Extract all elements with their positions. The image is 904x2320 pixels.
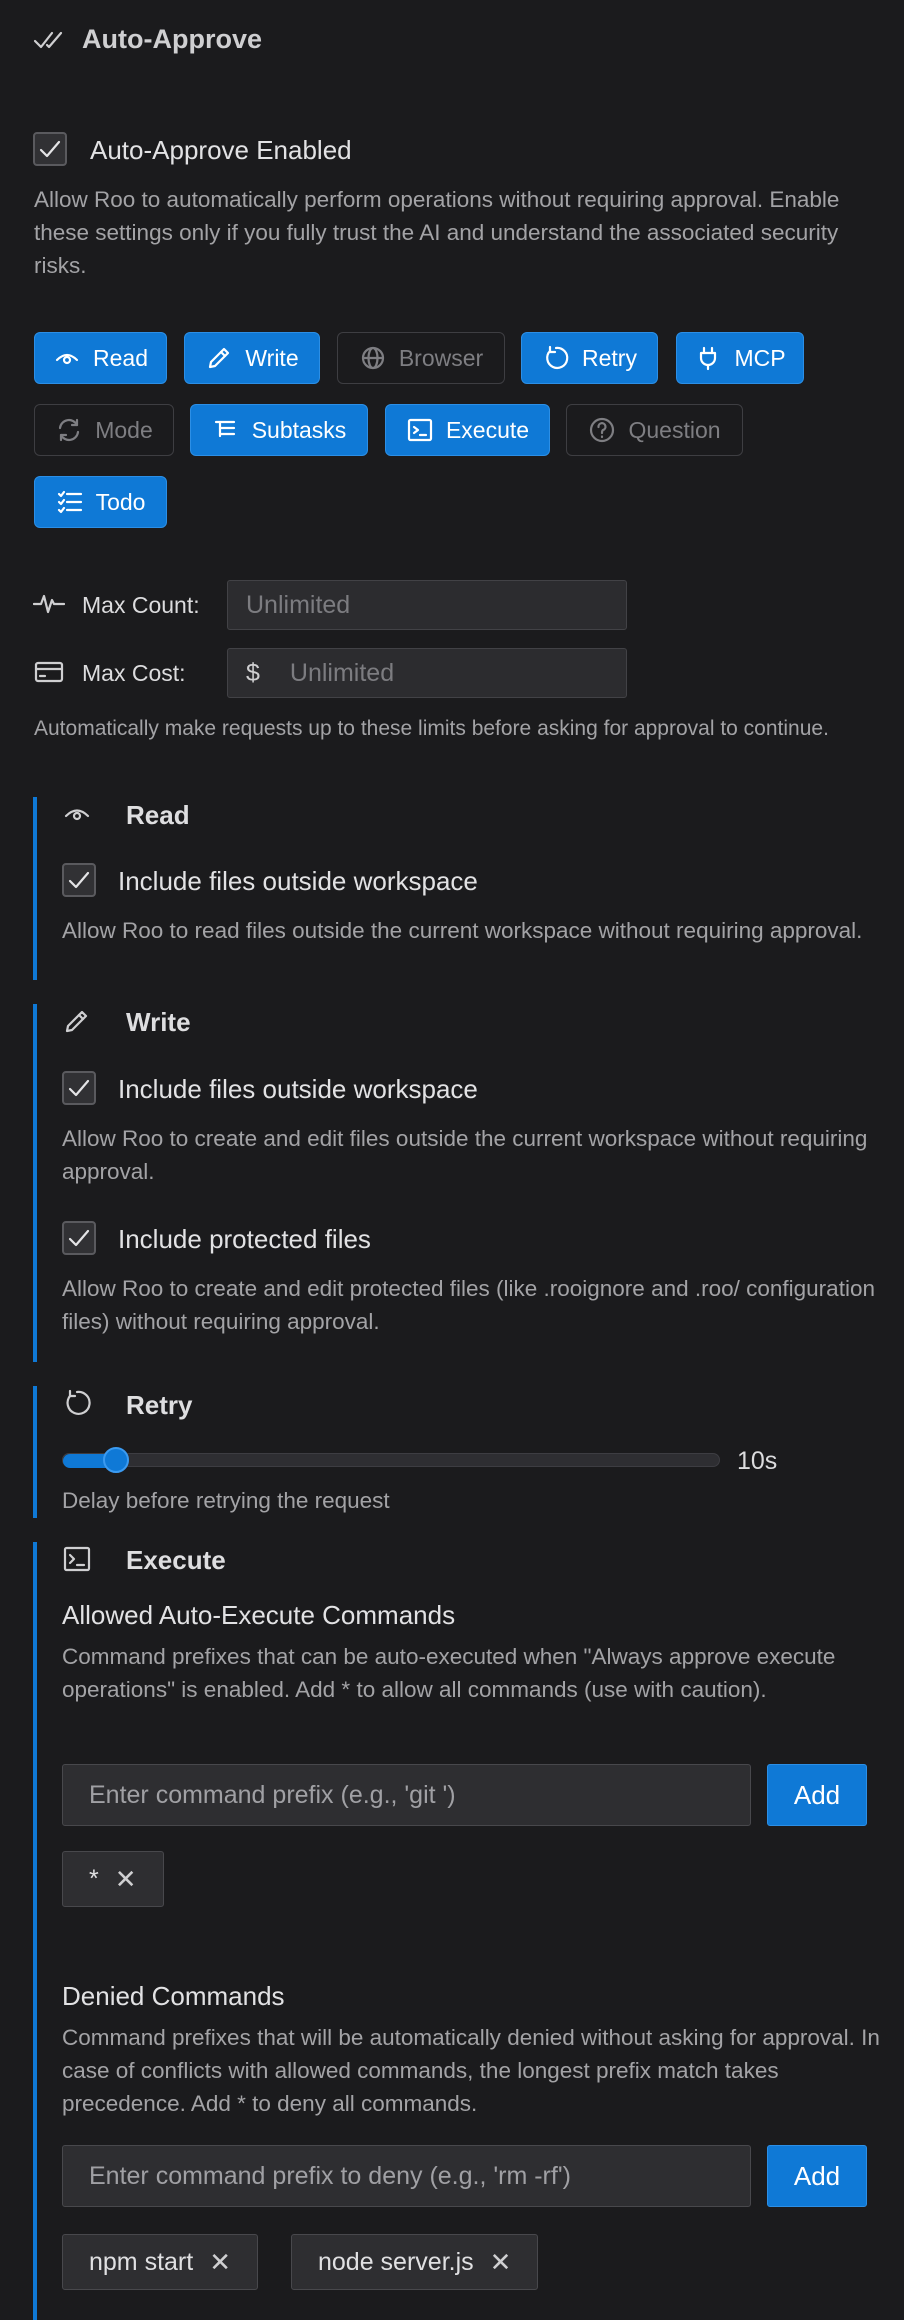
denied-command-chip[interactable]: node server.js ✕	[291, 2234, 539, 2290]
toggle-subtasks-button[interactable]: Subtasks	[190, 404, 368, 456]
execute-section-title: Execute	[126, 1545, 226, 1575]
limits-description: Automatically make requests up to these …	[34, 717, 829, 740]
max-cost-placeholder: Unlimited	[289, 658, 395, 687]
checkmark-icon	[39, 140, 61, 158]
credit-card-icon	[34, 660, 64, 689]
denied-command-input[interactable]: Enter command prefix to deny (e.g., 'rm …	[62, 2145, 751, 2207]
write-section-title: Write	[126, 1007, 191, 1037]
toggle-write-button[interactable]: Write	[184, 332, 320, 384]
max-count-input[interactable]: Unlimited	[227, 580, 627, 630]
write-protected-files-checkbox[interactable]	[62, 1221, 96, 1255]
question-icon	[590, 417, 615, 443]
read-eye-icon	[62, 800, 92, 831]
read-section-title: Read	[126, 800, 190, 830]
write-protected-files-label: Include protected files	[118, 1224, 371, 1254]
retry-delay-description: Delay before retrying the request	[62, 1488, 390, 1513]
max-cost-label: Max Cost:	[82, 660, 186, 686]
max-cost-dollar-prefix: $	[246, 658, 260, 687]
read-outside-workspace-description: Allow Roo to read files outside the curr…	[62, 918, 863, 943]
checkmark-icon	[68, 1229, 90, 1247]
toggle-write-label: Write	[245, 344, 299, 371]
write-outside-workspace-checkbox[interactable]	[62, 1071, 96, 1105]
denied-command-text: npm start	[89, 2247, 194, 2276]
plug-icon	[700, 346, 717, 371]
toggle-question-button[interactable]: Question	[566, 404, 743, 456]
retry-refresh-icon	[62, 1388, 92, 1423]
denied-command-placeholder: Enter command prefix to deny (e.g., 'rm …	[89, 2161, 571, 2190]
allowed-commands-description: Command prefixes that can be auto-execut…	[62, 1644, 836, 1702]
allowed-command-text: *	[89, 1864, 99, 1893]
retry-delay-value: 10s	[737, 1447, 778, 1475]
toggle-read-button[interactable]: Read	[34, 332, 167, 384]
toggle-todo-label: Todo	[95, 488, 146, 515]
read-section-bar	[33, 797, 37, 980]
sync-icon	[59, 418, 80, 442]
retry-section-title: Retry	[126, 1390, 193, 1420]
write-outside-workspace-description: Allow Roo to create and edit files outsi…	[62, 1126, 868, 1184]
list-tree-icon	[214, 420, 235, 438]
toggle-retry-button[interactable]: Retry	[521, 332, 658, 384]
max-cost-input[interactable]: $ Unlimited	[227, 648, 627, 698]
toggle-browser-button[interactable]: Browser	[337, 332, 505, 384]
toggle-retry-label: Retry	[582, 344, 637, 371]
write-pencil-icon	[62, 1006, 92, 1041]
refresh-icon	[546, 345, 569, 370]
denied-command-chip[interactable]: npm start ✕	[62, 2234, 258, 2290]
max-count-placeholder: Unlimited	[246, 590, 351, 619]
terminal-icon	[407, 418, 433, 442]
retry-delay-slider-track[interactable]	[62, 1453, 720, 1468]
remove-command-icon[interactable]: ✕	[490, 2247, 512, 2278]
retry-delay-slider-thumb[interactable]	[103, 1447, 129, 1473]
toggle-browser-label: Browser	[398, 344, 484, 371]
eye-icon	[55, 353, 79, 365]
toggle-read-label: Read	[93, 344, 148, 371]
toggle-todo-button[interactable]: Todo	[34, 476, 167, 528]
add-denied-command-button[interactable]: Add	[767, 2145, 867, 2207]
header-check-check-icon	[33, 28, 63, 57]
write-outside-workspace-label: Include files outside workspace	[118, 1074, 478, 1104]
toggle-mode-label: Mode	[95, 416, 153, 443]
toggle-execute-button[interactable]: Execute	[385, 404, 550, 456]
page-title: Auto-Approve	[82, 24, 262, 54]
toggle-mcp-label: MCP	[734, 344, 786, 371]
execute-terminal-icon	[62, 1544, 92, 1579]
max-count-label: Max Count:	[82, 592, 200, 618]
allowed-command-chip[interactable]: * ✕	[62, 1851, 164, 1907]
execute-section-bar	[33, 1542, 37, 2320]
read-outside-workspace-label: Include files outside workspace	[118, 866, 478, 896]
globe-icon	[361, 346, 384, 370]
toggle-execute-label: Execute	[445, 416, 530, 443]
toggle-mcp-button[interactable]: MCP	[676, 332, 804, 384]
toggle-mode-button[interactable]: Mode	[34, 404, 174, 456]
pulse-icon	[32, 591, 66, 622]
auto-approve-description: Allow Roo to automatically perform opera…	[34, 187, 840, 278]
denied-command-text: node server.js	[318, 2247, 474, 2276]
checkmark-icon	[68, 1079, 90, 1097]
remove-command-icon[interactable]: ✕	[209, 2247, 231, 2278]
toggle-question-label: Question	[628, 416, 721, 443]
add-allowed-command-button[interactable]: Add	[767, 1764, 867, 1826]
checkmark-icon	[68, 871, 90, 889]
write-protected-files-description: Allow Roo to create and edit protected f…	[62, 1276, 875, 1334]
allowed-commands-title: Allowed Auto-Execute Commands	[62, 1600, 456, 1630]
toggle-subtasks-label: Subtasks	[251, 416, 347, 443]
auto-approve-enabled-checkbox[interactable]	[33, 132, 67, 166]
allowed-command-input[interactable]: Enter command prefix (e.g., 'git ')	[62, 1764, 751, 1826]
denied-commands-description: Command prefixes that will be automatica…	[62, 2025, 880, 2116]
remove-command-icon[interactable]: ✕	[115, 1864, 137, 1895]
denied-commands-title: Denied Commands	[62, 1981, 285, 2011]
pencil-icon	[209, 347, 230, 369]
allowed-command-placeholder: Enter command prefix (e.g., 'git ')	[89, 1780, 456, 1809]
write-section-bar	[33, 1004, 37, 1362]
auto-approve-enabled-label: Auto-Approve Enabled	[90, 135, 352, 165]
read-outside-workspace-checkbox[interactable]	[62, 863, 96, 897]
retry-section-bar	[33, 1386, 37, 1518]
checklist-icon	[57, 490, 82, 514]
